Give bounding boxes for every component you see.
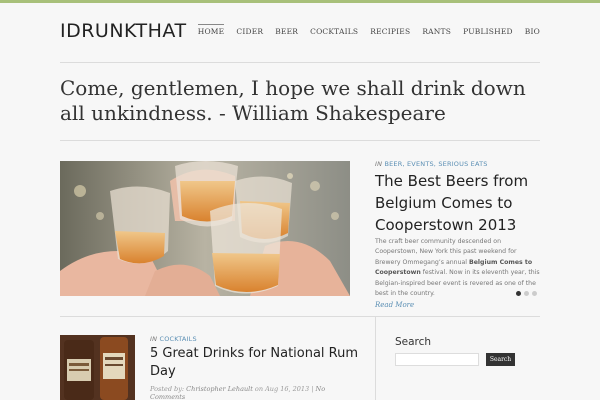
beer-toast-photo (60, 161, 350, 296)
nav-item-home[interactable]: HOME (197, 24, 225, 36)
meta-separator: | (311, 385, 314, 393)
search-input[interactable] (395, 353, 479, 366)
slider-dot-2[interactable] (524, 291, 529, 296)
post-author-link[interactable]: Christopher Lehault (186, 385, 253, 393)
posted-by-label: Posted by: (150, 385, 185, 393)
on-label: on (254, 385, 264, 393)
site-logo[interactable]: IDRUNKTHAT (60, 20, 187, 42)
tagline-quote: Come, gentlemen, I hope we shall drink d… (60, 76, 526, 125)
featured-post-title[interactable]: The Best Beers from Belgium Comes to Coo… (375, 170, 545, 236)
nav-item-published[interactable]: PUBLISHED (463, 27, 513, 36)
post-title[interactable]: 5 Great Drinks for National Rum Day (150, 345, 360, 381)
header-divider (60, 62, 540, 63)
slider-dot-3[interactable] (532, 291, 537, 296)
search-button[interactable]: Search (486, 353, 515, 366)
nav-item-beer[interactable]: BEER (275, 27, 298, 36)
post-category: IN COCKTAILS (150, 335, 197, 343)
top-accent-bar (0, 0, 600, 3)
featured-category: IN BEER, EVENTS, SERIOUS EATS (375, 160, 488, 168)
nav-item-recipies[interactable]: RECIPIES (370, 27, 410, 36)
category-prefix: IN (375, 160, 383, 168)
post-category-link[interactable]: COCKTAILS (159, 335, 196, 343)
main-nav: HOME CIDER BEER COCKTAILS RECIPIES RANTS… (186, 24, 540, 36)
nav-item-bio[interactable]: BIO (525, 27, 540, 36)
post-meta: Posted by: Christopher Lehault on Aug 16… (150, 385, 360, 400)
slider-dots (516, 291, 537, 296)
featured-category-links[interactable]: BEER, EVENTS, SERIOUS EATS (384, 160, 487, 168)
slider-dot-1[interactable] (516, 291, 521, 296)
featured-divider (60, 316, 540, 317)
category-prefix: IN (150, 335, 158, 343)
nav-item-rants[interactable]: RANTS (422, 27, 451, 36)
nav-item-cocktails[interactable]: COCKTAILS (310, 27, 358, 36)
nav-item-cider[interactable]: CIDER (236, 27, 263, 36)
post-date: Aug 16, 2013 (265, 385, 310, 393)
rum-bottles-photo (60, 335, 135, 400)
read-more-link[interactable]: Read More (375, 301, 414, 309)
quote-divider (60, 140, 540, 141)
featured-image[interactable] (60, 161, 350, 296)
post-thumbnail[interactable] (60, 335, 135, 400)
sidebar-search-title: Search (395, 336, 432, 348)
sidebar-divider (375, 317, 376, 400)
